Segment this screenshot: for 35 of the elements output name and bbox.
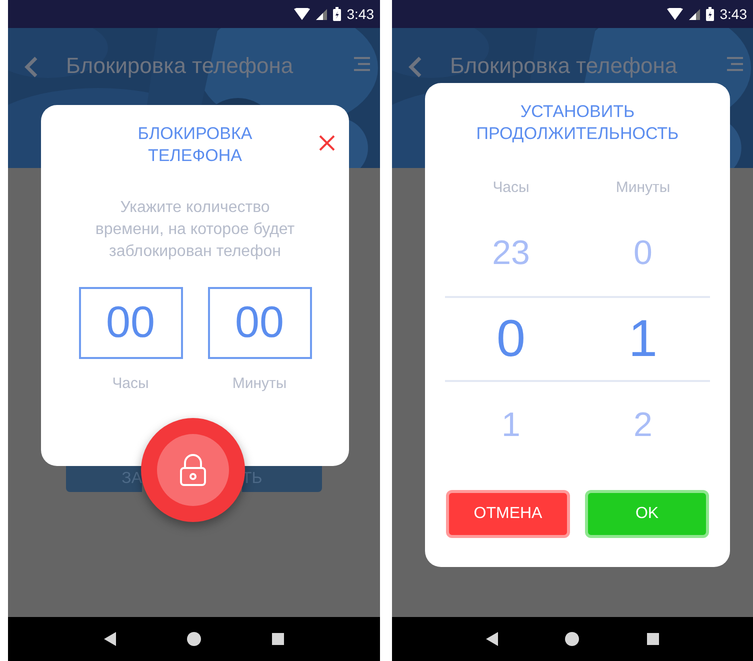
home-nav-icon[interactable] (565, 632, 580, 646)
battery-icon (706, 7, 714, 21)
dialog-description: Укажите количество времени, на которое будет заблокирован телефон (94, 198, 296, 262)
back-nav-icon[interactable] (104, 632, 116, 646)
status-time: 3:43 (720, 6, 747, 22)
cancel-button[interactable]: ОТМЕНА (446, 490, 570, 538)
close-icon[interactable] (319, 135, 335, 151)
screen-title: Блокировка телефона (66, 52, 294, 80)
recents-nav-icon[interactable] (647, 633, 660, 645)
recents-nav-icon[interactable] (272, 633, 284, 645)
dialog-title: УСТАНОВИТЬ ПРОДОЛЖИТЕЛЬНОСТЬ (475, 101, 680, 145)
picker-value[interactable]: 1 (628, 309, 658, 369)
field-label: Минуты (232, 375, 287, 392)
picker-value[interactable]: 1 (502, 406, 520, 444)
time-input-field[interactable]: 00 (208, 287, 312, 359)
battery-icon (332, 7, 341, 21)
signal-icon (316, 8, 327, 20)
picker-value[interactable]: 23 (492, 234, 530, 272)
back-nav-icon[interactable] (486, 632, 498, 646)
wifi-icon (666, 8, 683, 20)
picker-value[interactable]: 0 (634, 234, 652, 272)
field-label: Часы (112, 375, 149, 392)
signal-icon (688, 8, 700, 20)
wifi-icon (294, 8, 310, 20)
picker-value[interactable]: 0 (496, 309, 526, 369)
home-nav-icon[interactable] (186, 632, 201, 646)
padlock-icon (180, 454, 206, 486)
dialog-title: БЛОКИРОВКА ТЕЛЕФОНА (136, 123, 254, 167)
screen-title: Блокировка телефона (450, 52, 678, 80)
column-label: Минуты (614, 179, 672, 196)
column-label: Часы (492, 179, 530, 196)
status-time: 3:43 (346, 6, 374, 22)
time-input-field[interactable]: 00 (78, 287, 182, 359)
picker-value[interactable]: 2 (634, 406, 652, 444)
ok-button[interactable]: OK (585, 490, 709, 538)
